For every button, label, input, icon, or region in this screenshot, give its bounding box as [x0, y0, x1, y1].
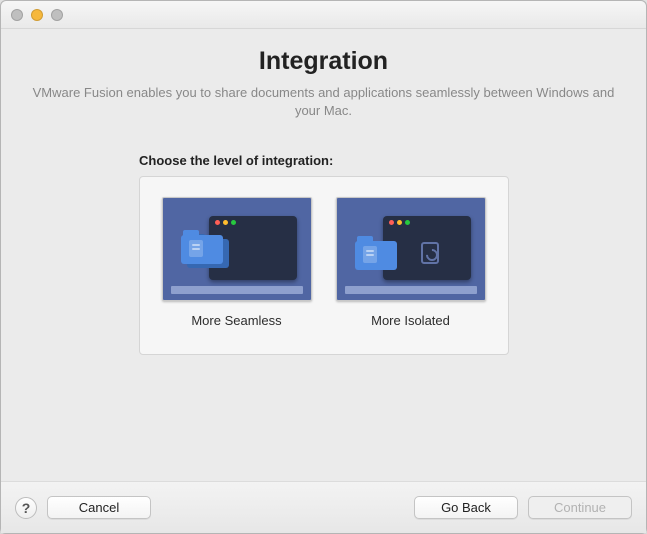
cancel-button[interactable]: Cancel [47, 496, 151, 519]
page-subtitle: VMware Fusion enables you to share docum… [19, 84, 628, 119]
installer-window: Integration VMware Fusion enables you to… [0, 0, 647, 534]
option-label: More Isolated [371, 313, 450, 328]
page-title: Integration [19, 47, 628, 76]
integration-choice-group: More Seamless More Isolated [139, 176, 509, 355]
help-button[interactable]: ? [15, 497, 37, 519]
seamless-thumbnail [162, 197, 312, 301]
local-folder-icon [355, 236, 401, 274]
choice-prompt: Choose the level of integration: [139, 153, 628, 168]
close-icon[interactable] [11, 9, 23, 21]
zoom-icon[interactable] [51, 9, 63, 21]
isolated-thumbnail [336, 197, 486, 301]
go-back-button[interactable]: Go Back [414, 496, 518, 519]
window-controls [11, 9, 63, 21]
footer-bar: ? Cancel Go Back Continue [1, 481, 646, 533]
option-more-isolated[interactable]: More Isolated [332, 197, 490, 328]
minimize-icon[interactable] [31, 9, 43, 21]
titlebar [1, 1, 646, 29]
content-area: Integration VMware Fusion enables you to… [1, 29, 646, 481]
option-label: More Seamless [191, 313, 281, 328]
option-more-seamless[interactable]: More Seamless [158, 197, 316, 328]
continue-button[interactable]: Continue [528, 496, 632, 519]
shared-folder-icon [181, 230, 227, 268]
